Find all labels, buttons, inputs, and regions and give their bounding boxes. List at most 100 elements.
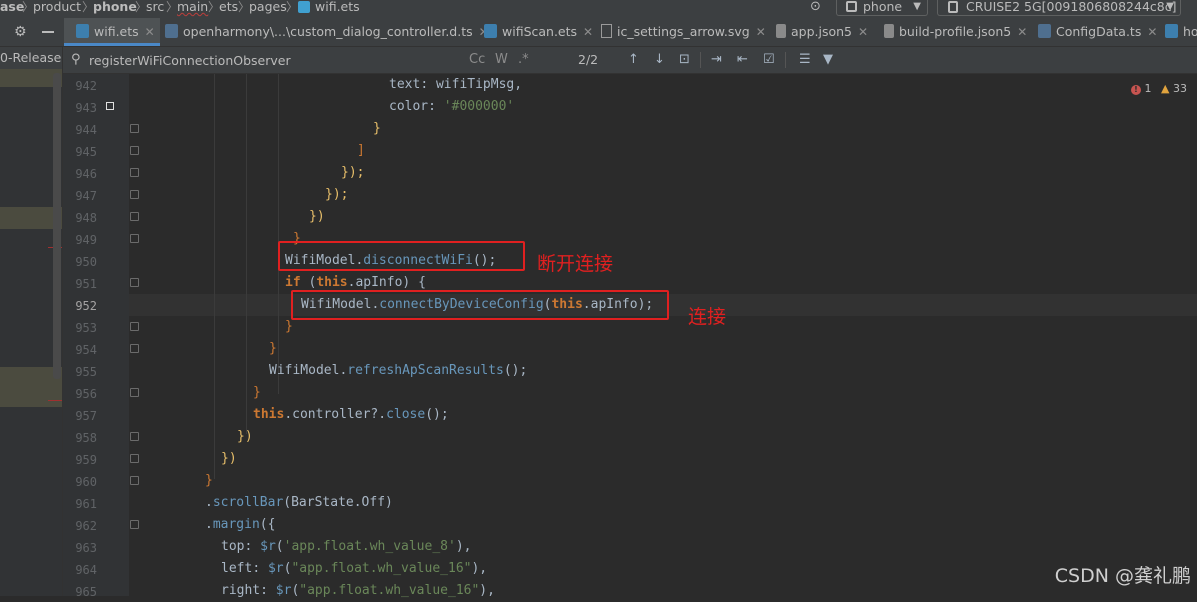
code-line[interactable]: }) xyxy=(221,448,237,470)
code-line[interactable]: } xyxy=(253,382,261,404)
bookmark-icon[interactable] xyxy=(106,102,114,110)
code-token: ), xyxy=(471,561,488,576)
remove-occurrence-icon[interactable]: ⇤ xyxy=(737,51,748,69)
editor-tab-bar: ⚙ wifi.ets ✕ openharmony\...\custom_dialo… xyxy=(0,18,1197,47)
multiline-icon[interactable]: ☰ xyxy=(799,51,811,69)
search-input[interactable] xyxy=(89,50,469,70)
breadcrumb-item[interactable]: wifi.ets xyxy=(315,0,360,14)
words-toggle[interactable]: W xyxy=(495,51,508,69)
tab-custom-dialog-controller[interactable]: openharmony\...\custom_dialog_controller… xyxy=(165,18,489,46)
line-number: 960 xyxy=(75,475,97,489)
code-token: ( xyxy=(300,275,317,290)
line-number: 955 xyxy=(75,365,97,379)
breadcrumb-item[interactable]: ase xyxy=(0,0,24,14)
select-all-occurrences-icon[interactable]: ☑ xyxy=(763,51,775,69)
warning-count: 33 xyxy=(1172,82,1187,95)
code-line[interactable]: } xyxy=(373,118,381,140)
annotation-label-connect: 连接 xyxy=(688,306,727,328)
breadcrumb-item[interactable]: product xyxy=(33,0,81,14)
code-line[interactable]: text: wifiTipMsg, xyxy=(389,74,522,96)
code-line[interactable]: }); xyxy=(325,184,348,206)
code-line[interactable]: this.controller?.close(); xyxy=(253,404,449,426)
code-line[interactable]: right: $r("app.float.wh_value_16"), xyxy=(221,580,495,602)
line-number: 956 xyxy=(75,387,97,401)
fold-icon[interactable] xyxy=(130,278,139,287)
code-token: this xyxy=(316,275,348,290)
fold-icon[interactable] xyxy=(130,212,139,221)
match-case-toggle[interactable]: Cc xyxy=(469,51,485,69)
close-icon[interactable]: ✕ xyxy=(145,25,155,39)
code-line[interactable]: }) xyxy=(237,426,253,448)
target-icon[interactable]: ⊙ xyxy=(810,0,821,14)
code-token: top xyxy=(221,539,245,554)
fold-icon[interactable] xyxy=(130,344,139,353)
code-line[interactable]: .scrollBar(BarState.Off) xyxy=(205,492,393,514)
tab-wifi-ets[interactable]: wifi.ets ✕ xyxy=(64,18,160,46)
code-line[interactable]: left: $r("app.float.wh_value_16"), xyxy=(221,558,487,580)
tab-wifiscan-ets[interactable]: wifiScan.ets ✕ xyxy=(484,18,593,46)
line-number: 946 xyxy=(75,167,97,181)
fold-icon[interactable] xyxy=(130,454,139,463)
fold-icon[interactable] xyxy=(130,432,139,441)
code-token: $r xyxy=(267,561,284,576)
minimize-icon[interactable] xyxy=(42,31,54,33)
code-token: ({ xyxy=(259,517,276,532)
fold-icon[interactable] xyxy=(130,190,139,199)
fold-icon[interactable] xyxy=(130,124,139,133)
code-token: : xyxy=(244,539,261,554)
close-icon[interactable]: ✕ xyxy=(756,25,766,39)
tab-app-json5[interactable]: app.json5 ✕ xyxy=(776,18,868,46)
inspection-widget[interactable]: ! 1 ▲ 33 xyxy=(1131,82,1187,95)
scrollbar[interactable] xyxy=(53,73,61,379)
search-icon[interactable]: ⚲ xyxy=(71,52,81,67)
tab-configdata-ts[interactable]: ConfigData.ts ✕ xyxy=(1038,18,1157,46)
breadcrumb-item[interactable]: phone xyxy=(93,0,137,14)
json-file-icon xyxy=(884,24,894,38)
fold-icon[interactable] xyxy=(130,388,139,397)
breadcrumb-item[interactable]: src xyxy=(146,0,164,14)
fold-icon[interactable] xyxy=(130,168,139,177)
ets-file-icon xyxy=(76,24,89,38)
chevron-down-icon: ▼ xyxy=(1166,1,1174,12)
tab-label: ho xyxy=(1183,24,1197,39)
close-icon[interactable]: ✕ xyxy=(583,25,593,39)
breadcrumb-item[interactable]: main xyxy=(177,0,208,14)
close-icon[interactable]: ✕ xyxy=(858,25,868,39)
code-line[interactable]: WifiModel.refreshApScanResults(); xyxy=(269,360,527,382)
tab-build-profile-json5[interactable]: build-profile.json5 ✕ xyxy=(884,18,1027,46)
arrow-down-icon[interactable]: ↓ xyxy=(654,51,665,69)
fold-icon[interactable] xyxy=(130,520,139,529)
select-all-icon[interactable]: ⊡ xyxy=(679,51,690,69)
code-line[interactable]: }); xyxy=(341,162,364,184)
code-line[interactable]: ] xyxy=(357,140,365,162)
device-select[interactable]: phone ▼ xyxy=(836,0,928,16)
fold-icon[interactable] xyxy=(130,146,139,155)
add-occurrence-icon[interactable]: ⇥ xyxy=(711,51,722,69)
fold-icon[interactable] xyxy=(130,322,139,331)
code-line[interactable]: color: '#000000' xyxy=(389,96,514,118)
ets-file-icon xyxy=(1165,24,1178,38)
close-icon[interactable]: ✕ xyxy=(1147,25,1157,39)
code-line[interactable]: top: $r('app.float.wh_value_8'), xyxy=(221,536,471,558)
indent-guide xyxy=(246,74,247,434)
tab-label: ic_settings_arrow.svg xyxy=(617,24,750,39)
json-file-icon xyxy=(776,24,786,38)
code-token: : xyxy=(252,561,268,576)
fold-icon[interactable] xyxy=(130,476,139,485)
code-line[interactable]: .margin({ xyxy=(205,514,275,536)
code-line[interactable]: }) xyxy=(309,206,325,228)
filter-icon[interactable]: ▼ xyxy=(823,51,833,69)
gear-icon[interactable]: ⚙ xyxy=(14,24,27,40)
regex-toggle[interactable]: .* xyxy=(518,51,529,69)
tab-ho[interactable]: ho xyxy=(1165,18,1197,46)
breadcrumb-item[interactable]: ets xyxy=(219,0,238,14)
arrow-up-icon[interactable]: ↑ xyxy=(628,51,639,69)
breadcrumb-item[interactable]: pages xyxy=(249,0,287,14)
tab-ic-settings-arrow-svg[interactable]: ic_settings_arrow.svg ✕ xyxy=(601,18,766,46)
code-token: .apInfo) { xyxy=(347,275,426,290)
close-icon[interactable]: ✕ xyxy=(1017,25,1027,39)
fold-icon[interactable] xyxy=(130,234,139,243)
run-target-select[interactable]: CRUISE2 5G[0091806808244c8c] ▼ xyxy=(937,0,1181,16)
code-line[interactable]: } xyxy=(269,338,277,360)
code-line[interactable]: } xyxy=(205,470,213,492)
